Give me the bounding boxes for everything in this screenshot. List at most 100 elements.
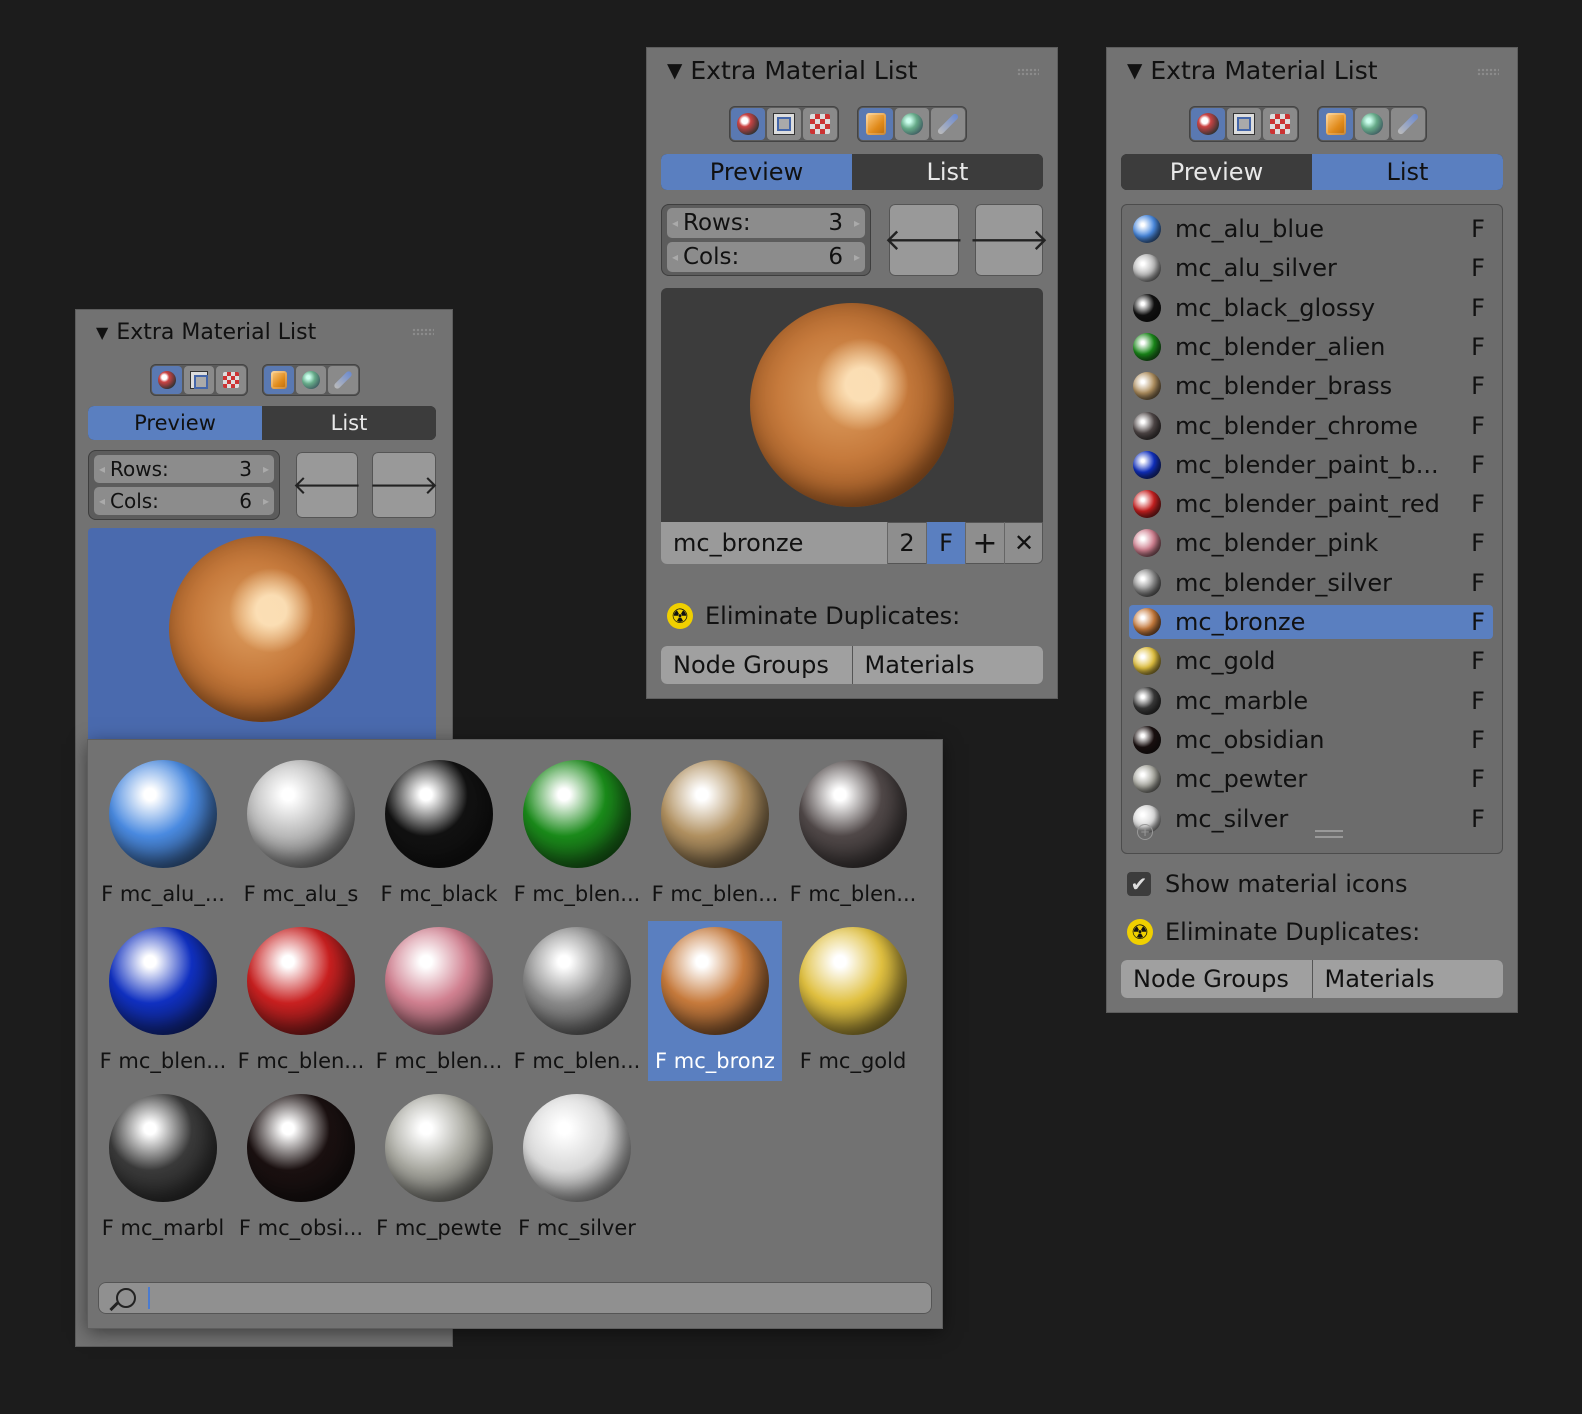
list-item[interactable]: mc_blender_silver F [1129, 566, 1493, 600]
brush-icon[interactable] [328, 366, 358, 394]
material-thumbnail[interactable]: F mc_blen... [786, 754, 920, 914]
drag-grip-icon[interactable] [1477, 68, 1499, 76]
material-ball-icon[interactable] [152, 366, 182, 394]
decrement-arrow-icon[interactable]: ◂ [667, 250, 683, 264]
fake-user-flag[interactable]: F [1463, 608, 1493, 636]
plus-icon[interactable]: + [1137, 824, 1153, 840]
material-thumbnail[interactable]: F mc_blen... [96, 921, 230, 1081]
cols-field[interactable]: ◂ Cols: 6 ▸ [667, 242, 865, 272]
material-preview[interactable] [88, 528, 436, 742]
object-cube-icon[interactable] [859, 108, 893, 140]
material-thumbnail[interactable]: F mc_obsi... [234, 1088, 368, 1248]
increment-arrow-icon[interactable]: ▸ [258, 494, 274, 508]
disclosure-triangle-icon[interactable]: ▼ [1127, 58, 1142, 82]
show-icons-row[interactable]: ✔ Show material icons [1127, 866, 1407, 902]
image-icon[interactable] [767, 108, 801, 140]
increment-arrow-icon[interactable]: ▸ [849, 250, 865, 264]
tab-list[interactable]: List [262, 406, 436, 440]
prev-button[interactable]: 🡐 [884, 204, 964, 276]
materials-button[interactable]: Materials [1311, 960, 1503, 998]
drag-grip-icon[interactable] [1017, 68, 1039, 76]
fake-user-flag[interactable]: F [1463, 372, 1493, 400]
object-cube-icon[interactable] [1319, 108, 1353, 140]
list-item[interactable]: mc_obsidian F [1129, 723, 1493, 757]
list-item[interactable]: mc_marble F [1129, 684, 1493, 718]
material-thumbnail[interactable]: F mc_black [372, 754, 506, 914]
tab-preview[interactable]: Preview [1121, 154, 1312, 190]
fake-user-flag[interactable]: F [1463, 254, 1493, 282]
prev-button[interactable]: 🡐 [292, 452, 362, 518]
list-item[interactable]: mc_blender_brass F [1129, 369, 1493, 403]
tab-preview[interactable]: Preview [88, 406, 262, 440]
fake-user-flag[interactable]: F [1463, 215, 1493, 243]
drag-grip-icon[interactable] [412, 328, 434, 336]
material-thumbnail[interactable]: F mc_blen... [234, 921, 368, 1081]
increment-arrow-icon[interactable]: ▸ [849, 216, 865, 230]
plus-icon[interactable]: + [965, 522, 1004, 564]
material-thumbnail[interactable]: F mc_blen... [648, 754, 782, 914]
fake-user-flag[interactable]: F [1463, 333, 1493, 361]
panel-header[interactable]: ▼ Extra Material List [647, 48, 1057, 92]
materials-button[interactable]: Materials [851, 646, 1043, 684]
x-icon[interactable]: ✕ [1004, 522, 1043, 564]
texture-checker-icon[interactable] [1263, 108, 1297, 140]
panel-header[interactable]: ▼ Extra Material List [1107, 48, 1517, 92]
list-item[interactable]: mc_black_glossy F [1129, 291, 1493, 325]
brush-icon[interactable] [1391, 108, 1425, 140]
material-thumbnail[interactable]: F mc_pewte [372, 1088, 506, 1248]
fake-user-flag[interactable]: F [1463, 451, 1493, 479]
fake-user-flag[interactable]: F [1463, 412, 1493, 440]
fake-user-flag[interactable]: F [1463, 529, 1493, 557]
fake-user-flag[interactable]: F [1463, 569, 1493, 597]
material-thumbnail[interactable]: F mc_marbl [96, 1088, 230, 1248]
list-item[interactable]: mc_blender_paint_red F [1129, 487, 1493, 521]
material-name-field[interactable]: mc_bronze [661, 522, 887, 564]
texture-checker-icon[interactable] [803, 108, 837, 140]
brush-icon[interactable] [931, 108, 965, 140]
search-input[interactable] [98, 1282, 932, 1314]
material-thumbnail[interactable]: F mc_alu_... [96, 754, 230, 914]
panel-header[interactable]: ▼ Extra Material List [76, 310, 452, 354]
decrement-arrow-icon[interactable]: ◂ [94, 462, 110, 476]
fake-user-flag[interactable]: F [1463, 805, 1493, 833]
world-icon[interactable] [1355, 108, 1389, 140]
next-button[interactable]: 🡒 [969, 204, 1049, 276]
resize-handle-icon[interactable] [1315, 830, 1343, 838]
list-item[interactable]: mc_alu_blue F [1129, 212, 1493, 246]
user-count[interactable]: 2 [887, 522, 926, 564]
fake-user-flag[interactable]: F [1463, 765, 1493, 793]
node-groups-button[interactable]: Node Groups [1121, 960, 1312, 998]
fake-user-flag[interactable]: F [1463, 687, 1493, 715]
texture-checker-icon[interactable] [216, 366, 246, 394]
fake-user-flag[interactable]: F [1463, 647, 1493, 675]
next-button[interactable]: 🡒 [369, 452, 439, 518]
image-icon[interactable] [184, 366, 214, 394]
fake-user-toggle[interactable]: F [926, 522, 965, 564]
decrement-arrow-icon[interactable]: ◂ [94, 494, 110, 508]
tab-list[interactable]: List [852, 154, 1043, 190]
material-thumbnail[interactable]: F mc_blen... [510, 921, 644, 1081]
image-icon[interactable] [1227, 108, 1261, 140]
list-item[interactable]: mc_blender_paint_b... F [1129, 448, 1493, 482]
show-icons-checkbox[interactable]: ✔ [1127, 872, 1151, 896]
fake-user-flag[interactable]: F [1463, 726, 1493, 754]
tab-preview[interactable]: Preview [661, 154, 852, 190]
tab-list[interactable]: List [1312, 154, 1503, 190]
increment-arrow-icon[interactable]: ▸ [258, 462, 274, 476]
material-ball-icon[interactable] [731, 108, 765, 140]
node-groups-button[interactable]: Node Groups [661, 646, 852, 684]
cols-field[interactable]: ◂ Cols: 6 ▸ [94, 487, 274, 515]
material-thumbnail[interactable]: F mc_alu_s [234, 754, 368, 914]
list-item[interactable]: mc_blender_pink F [1129, 526, 1493, 560]
decrement-arrow-icon[interactable]: ◂ [667, 216, 683, 230]
list-item[interactable]: mc_bronze F [1129, 605, 1493, 639]
list-item[interactable]: mc_silver F [1129, 802, 1493, 836]
object-cube-icon[interactable] [264, 366, 294, 394]
material-thumbnail[interactable]: F mc_bronz [648, 921, 782, 1081]
material-ball-icon[interactable] [1191, 108, 1225, 140]
material-thumbnail[interactable]: F mc_silver [510, 1088, 644, 1248]
disclosure-triangle-icon[interactable]: ▼ [667, 58, 682, 82]
world-icon[interactable] [895, 108, 929, 140]
fake-user-flag[interactable]: F [1463, 490, 1493, 518]
list-item[interactable]: mc_alu_silver F [1129, 251, 1493, 285]
